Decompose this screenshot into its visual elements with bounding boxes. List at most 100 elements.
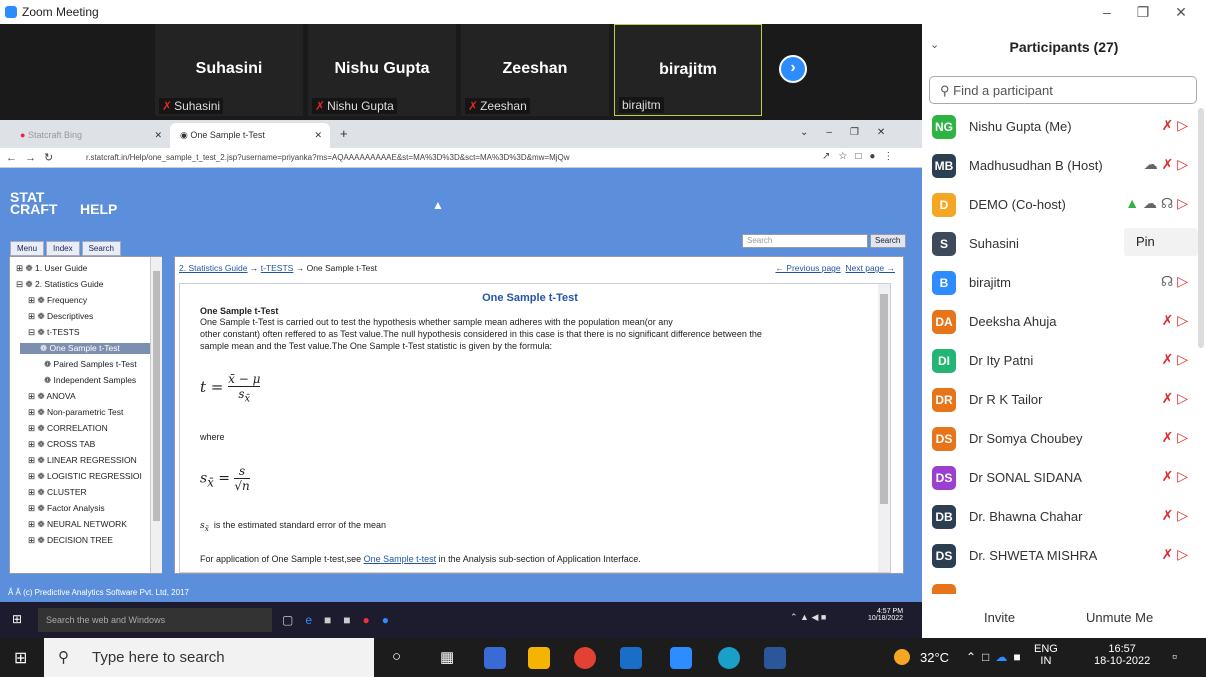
zoom-title-bar: Zoom Meeting – ❐ ✕	[0, 0, 1206, 24]
participants-scrollbar[interactable]	[1198, 108, 1204, 348]
address-bar[interactable]: ←→↻ r.statcraft.in/Help/one_sample_t_tes…	[0, 148, 922, 168]
tree-item[interactable]: ⊞ ❁ ANOVA	[28, 391, 76, 402]
tray-icons[interactable]: ⌃□☁■	[966, 650, 1027, 664]
tree-scrollbar[interactable]	[150, 257, 162, 573]
widgets-icon[interactable]: ▦	[440, 648, 454, 666]
invite-button[interactable]: Invite	[974, 604, 1025, 632]
tree-item[interactable]: ⊞ ❁ Descriptives	[28, 311, 93, 322]
outlook-icon[interactable]	[620, 647, 642, 669]
participant-row[interactable]: MB Madhusudhan B (Host) ☁ ✗ ▷	[922, 147, 1206, 186]
tile-name: Nishu Gupta	[334, 60, 430, 77]
tile-label: ✗ Nishu Gupta	[312, 98, 397, 114]
participant-row[interactable]: DB Dr. Bhawna Chahar ✗ ▷	[922, 498, 1206, 537]
file-explorer-icon[interactable]	[528, 647, 550, 669]
doc-paragraph: other constant) often reffered to as Tes…	[200, 329, 762, 339]
restore-button[interactable]: ❐	[1128, 2, 1158, 22]
browser-window-controls[interactable]: ⌄–❐✕	[800, 127, 903, 138]
avatar: DB	[932, 505, 956, 529]
next-page-link[interactable]: Next page →	[845, 263, 895, 273]
breadcrumb-link[interactable]: t-TESTS	[261, 263, 294, 273]
nav-buttons-icon[interactable]: ←→↻	[6, 151, 61, 164]
pin-tooltip[interactable]: Pin	[1124, 228, 1198, 256]
tree-item[interactable]: ⊞ ❁ LINEAR REGRESSION	[28, 455, 137, 466]
clock[interactable]: 16:57 18-10-2022	[1094, 643, 1150, 667]
tab-index[interactable]: Index	[46, 241, 80, 256]
browser-tab[interactable]: ● Statcraft Bing ✕	[10, 123, 170, 148]
avatar: DS	[932, 544, 956, 568]
video-tile[interactable]: Zeeshan ✗ Zeeshan	[461, 24, 609, 116]
doc-body: One Sample t-Test One Sample t-Test One …	[179, 283, 891, 573]
tree-item[interactable]: ⊞ ❁ LOGISTIC REGRESSIOI	[28, 471, 142, 482]
avatar: DA	[932, 310, 956, 334]
participant-row[interactable]: B birajitm ☊ ▷	[922, 264, 1206, 303]
word-icon[interactable]	[764, 647, 786, 669]
help-search-button[interactable]: Search	[870, 234, 906, 248]
participant-row[interactable]: DS Dr SONAL SIDANA ✗ ▷	[922, 459, 1206, 498]
prev-page-link[interactable]: ← Previous page	[775, 263, 840, 273]
doc-where: where	[200, 432, 225, 442]
video-tile[interactable]: Suhasini ✗ Suhasini	[155, 24, 303, 116]
participant-row[interactable]: DA Deeksha Ahuja ✗ ▷	[922, 303, 1206, 342]
minimize-button[interactable]: –	[1092, 2, 1122, 22]
tree-item[interactable]: ⊞ ❁ CROSS TAB	[28, 439, 95, 450]
participant-name: Dr Somya Choubey	[969, 431, 1083, 446]
participant-row[interactable]: D DEMO (Co-host) ▲ ☁ ☊ ▷	[922, 186, 1206, 225]
tree-item[interactable]: ⊞ ❁ CORRELATION	[28, 423, 108, 434]
tree-item[interactable]: ❁ Independent Samples	[44, 375, 136, 386]
browser-toolbar-icons[interactable]: ↗☆□●⋮	[822, 151, 901, 162]
next-page-arrow-icon[interactable]: ›	[779, 55, 807, 83]
participant-row[interactable]: DI Dr Ity Patni ✗ ▷	[922, 342, 1206, 381]
tree-item-selected[interactable]: ❁ One Sample t-Test	[20, 343, 150, 354]
muted-mic-icon: ✗	[315, 99, 326, 113]
calendar-app-icon[interactable]	[484, 647, 506, 669]
tree-item[interactable]: ⊟ ❁ 2. Statistics Guide	[16, 279, 103, 290]
app-link[interactable]: One Sample t-test	[364, 554, 437, 564]
tab-title: Statcraft Bing	[27, 130, 82, 140]
video-tile[interactable]: Nishu Gupta ✗ Nishu Gupta	[308, 24, 456, 116]
language-indicator[interactable]: ENG IN	[1034, 643, 1058, 667]
tree-item[interactable]: ⊟ ❁ t-TESTS	[28, 327, 80, 338]
shared-tray-icons: ⌃ ▲ ◀ ■	[790, 612, 827, 622]
edge-icon[interactable]	[718, 647, 740, 669]
video-tile-active[interactable]: birajitm birajitm	[614, 24, 762, 116]
participant-name: Dr SONAL SIDANA	[969, 470, 1082, 485]
find-participant-input[interactable]: ⚲ Find a participant	[929, 76, 1197, 104]
chrome-icon[interactable]	[574, 647, 596, 669]
participant-row[interactable]: DS Dr. SHWETA MISHRA ✗ ▷	[922, 537, 1206, 576]
unmute-me-button[interactable]: Unmute Me	[1076, 604, 1163, 632]
tree-item[interactable]: ⊞ ❁ CLUSTER	[28, 487, 87, 498]
browser-tab-active[interactable]: ◉ One Sample t-Test ✕	[170, 123, 330, 148]
help-search-input[interactable]: Search	[742, 234, 868, 248]
close-button[interactable]: ✕	[1166, 2, 1196, 22]
mic-video-muted-icons: ✗ ▷	[1161, 312, 1188, 328]
tab-search[interactable]: Search	[81, 241, 121, 256]
tree-item[interactable]: ⊞ ❁ Non-parametric Test	[28, 407, 123, 418]
task-view-icon[interactable]: ○	[392, 648, 401, 665]
tree-item[interactable]: ❁ Paired Samples t-Test	[44, 359, 137, 370]
url-text[interactable]: r.statcraft.in/Help/one_sample_t_test_2.…	[86, 153, 570, 162]
start-button[interactable]: ⊞	[14, 648, 27, 668]
participant-row[interactable]: DR Dr R K Tailor ✗ ▷	[922, 381, 1206, 420]
breadcrumb-link[interactable]: 2. Statistics Guide	[179, 263, 248, 273]
doc-scrollbar[interactable]	[878, 284, 890, 572]
tab-close-icon[interactable]: ✕	[314, 130, 322, 141]
windows-taskbar: ⊞ ⚲ Type here to search ○ ▦ 32°C ⌃□☁■ EN…	[0, 638, 1206, 677]
shared-search-box: Search the web and Windows	[38, 608, 272, 632]
new-tab-button[interactable]: +	[340, 126, 348, 141]
tab-close-icon[interactable]: ✕	[154, 130, 162, 141]
tree-item[interactable]: ⊞ ❁ Factor Analysis	[28, 503, 105, 514]
tab-favicon-icon: ●	[20, 130, 26, 140]
tree-item[interactable]: ⊞ ❁ DECISION TREE	[28, 535, 113, 546]
taskbar-search-box[interactable]: ⚲ Type here to search	[44, 638, 374, 677]
tile-label: ✗ Suhasini	[159, 98, 224, 114]
tree-item[interactable]: ⊞ ❁ 1. User Guide	[16, 263, 87, 274]
participant-row[interactable]: DS Dr Somya Choubey ✗ ▷	[922, 420, 1206, 459]
participant-name: Dr R K Tailor	[969, 392, 1043, 407]
tree-item[interactable]: ⊞ ❁ NEURAL NETWORK	[28, 519, 127, 530]
copyright-text: Â Â (c) Predictive Analytics Software Pv…	[8, 588, 189, 597]
notification-icon[interactable]: ▫	[1172, 648, 1177, 664]
tab-menu[interactable]: Menu	[10, 241, 45, 256]
zoom-app-icon[interactable]	[670, 647, 692, 669]
tree-item[interactable]: ⊞ ❁ Frequency	[28, 295, 87, 306]
participant-row[interactable]: NG Nishu Gupta (Me) ✗ ▷	[922, 108, 1206, 147]
